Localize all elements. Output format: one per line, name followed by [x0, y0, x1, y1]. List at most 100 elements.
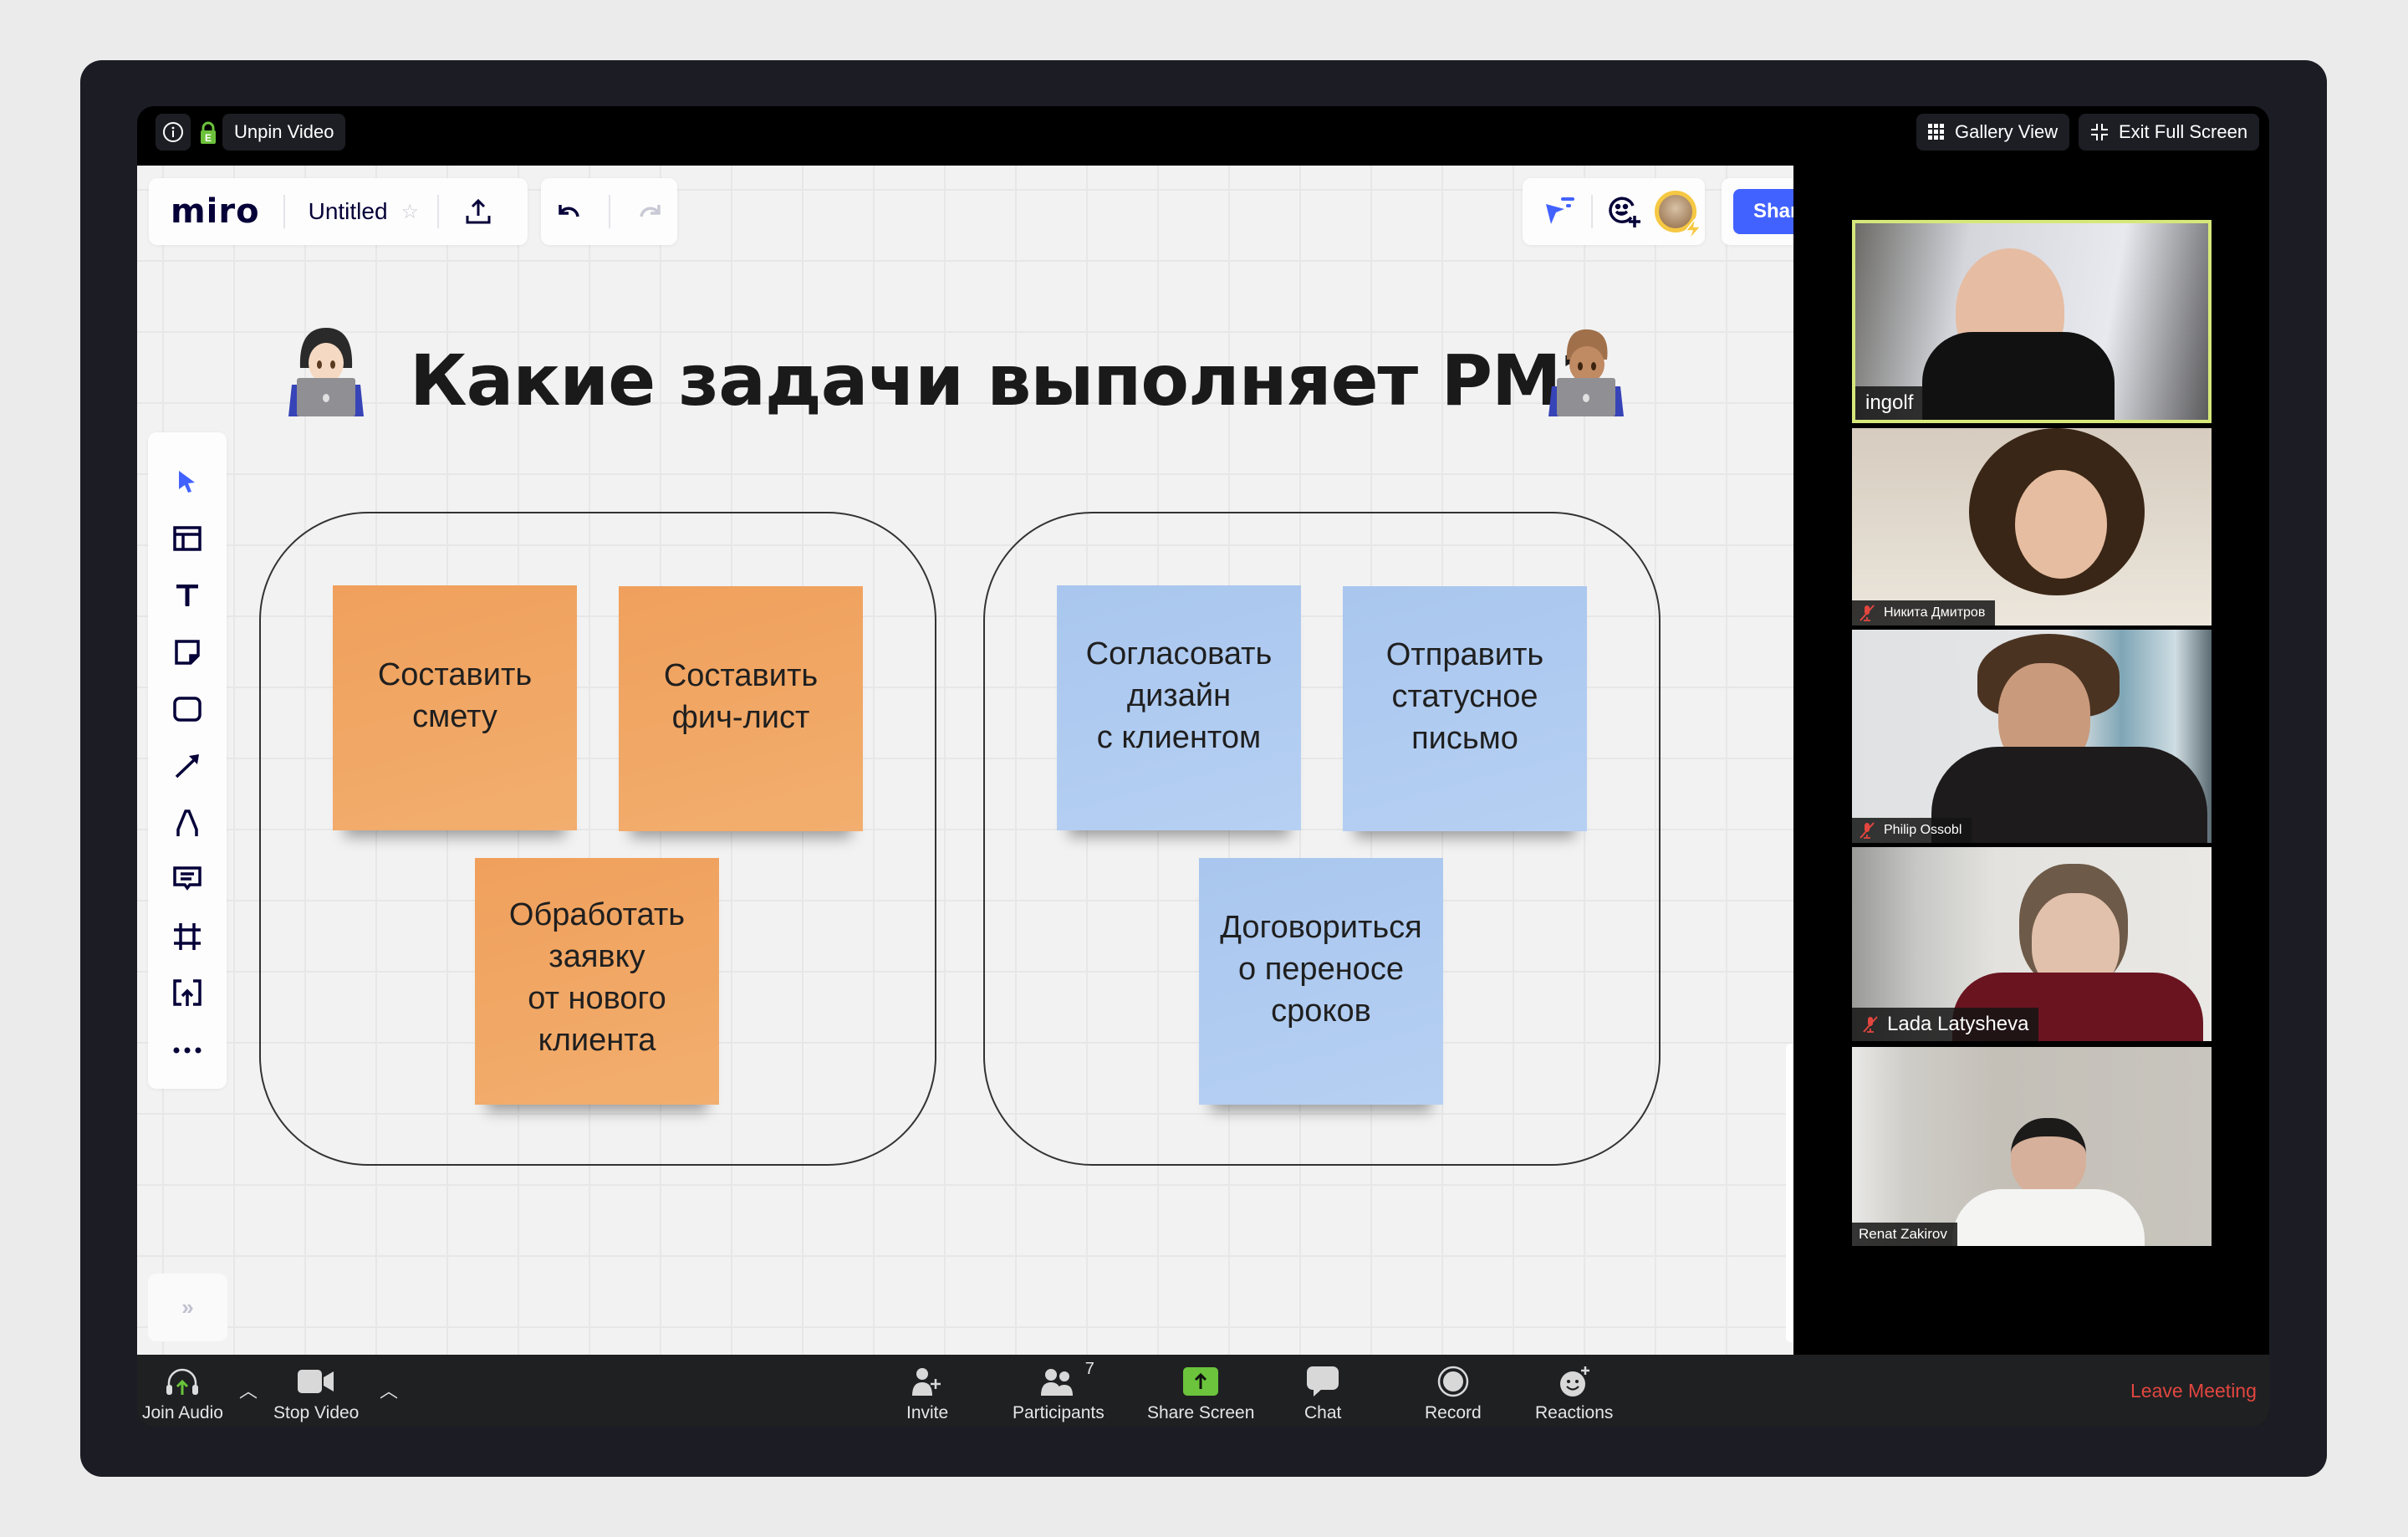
more-dots-icon: [173, 1047, 202, 1054]
mic-muted-icon: [1863, 1016, 1878, 1033]
share-screen-icon: [1183, 1367, 1219, 1396]
board-title[interactable]: Untitled: [309, 198, 388, 225]
arrow-line-icon: [175, 754, 199, 779]
chat-button[interactable]: Chat: [1304, 1366, 1341, 1423]
task-group-orange[interactable]: Составить смету Составить фич-лист Обраб…: [259, 512, 936, 1166]
audio-options-caret-icon[interactable]: ︿: [239, 1376, 258, 1403]
mic-muted-icon: [1860, 822, 1875, 839]
participant-count-badge: 7: [1084, 1360, 1094, 1378]
unpin-video-label: Unpin Video: [234, 121, 334, 142]
export-upload-icon[interactable]: [464, 197, 492, 226]
record-label: Record: [1425, 1403, 1482, 1422]
invite-person-icon: [912, 1368, 941, 1396]
sticky-note-icon: [175, 640, 200, 665]
tool-select[interactable]: [165, 459, 210, 504]
man-technologist-emoji: [1548, 329, 1624, 416]
participants-label: Participants: [1013, 1403, 1105, 1422]
comment-icon: [173, 866, 202, 891]
participant-name-label: Renat Zakirov: [1852, 1223, 1957, 1246]
follow-cursor-icon[interactable]: [1544, 196, 1576, 227]
divider: [608, 195, 610, 228]
user-avatar[interactable]: [1655, 191, 1702, 240]
mic-muted-icon: [1860, 605, 1875, 621]
divider: [283, 195, 285, 228]
sticky-note[interactable]: Согласовать дизайн с клиентом: [1057, 585, 1301, 830]
participant-video-face: [2015, 470, 2107, 579]
lightning-badge-icon: [1684, 218, 1702, 240]
svg-text:E: E: [205, 132, 212, 144]
video-tile[interactable]: Никита Дмитров: [1852, 428, 2212, 626]
stop-video-button[interactable]: Stop Video: [273, 1366, 359, 1423]
encryption-lock-icon[interactable]: E: [200, 121, 217, 144]
templates-icon: [173, 526, 202, 551]
video-camera-icon: [298, 1370, 334, 1393]
tool-text[interactable]: [165, 573, 210, 618]
sticky-note[interactable]: Договориться о переносе сроков: [1199, 858, 1443, 1105]
video-tile[interactable]: Renat Zakirov: [1852, 1047, 2212, 1246]
tool-arrow[interactable]: [165, 743, 210, 789]
sticky-note[interactable]: Составить смету: [333, 585, 577, 830]
share-button[interactable]: Share: [1733, 189, 1793, 234]
tool-sticky-note[interactable]: [165, 630, 210, 675]
sticky-note[interactable]: Составить фич-лист: [619, 586, 863, 831]
participant-name-label: ingolf: [1855, 386, 1924, 420]
participant-video-body: [1922, 332, 2115, 420]
video-tile[interactable]: ingolf: [1852, 220, 2212, 423]
gallery-grid-icon: [1928, 124, 1944, 140]
undo-icon[interactable]: [554, 200, 583, 223]
meeting-info-button[interactable]: [156, 114, 191, 151]
tool-shape[interactable]: [165, 687, 210, 732]
reaction-add-icon[interactable]: [1608, 194, 1643, 229]
shape-icon: [173, 697, 202, 722]
record-icon: [1437, 1366, 1469, 1397]
participant-name-label: Philip Ossobl: [1852, 818, 1972, 843]
tool-templates[interactable]: [165, 516, 210, 561]
share-screen-button[interactable]: Share Screen: [1147, 1366, 1254, 1423]
tool-comment[interactable]: [165, 857, 210, 902]
expand-panel-button[interactable]: »: [148, 1274, 227, 1341]
exit-full-screen-label: Exit Full Screen: [2119, 121, 2248, 142]
miro-board-header: miro Untitled ☆: [149, 178, 528, 245]
tool-pen[interactable]: [165, 800, 210, 845]
star-icon[interactable]: ☆: [401, 200, 420, 224]
zoom-meeting-window: E Unpin Video Gallery View Exit Full Scr…: [137, 106, 2269, 1427]
chat-label: Chat: [1304, 1403, 1342, 1422]
participants-button[interactable]: 7 Participants: [1013, 1360, 1105, 1423]
reactions-label: Reactions: [1535, 1403, 1614, 1422]
tool-upload[interactable]: [165, 971, 210, 1016]
info-icon: [163, 122, 183, 142]
board-heading[interactable]: Какие задачи выполняет PM?: [410, 340, 1601, 421]
side-panel-edge: [1786, 1044, 1793, 1342]
video-tile[interactable]: Philip Ossobl: [1852, 630, 2212, 843]
tool-frame[interactable]: [165, 914, 210, 959]
text-icon: [176, 585, 198, 606]
invite-button[interactable]: Invite: [906, 1366, 948, 1423]
miro-logo[interactable]: miro: [171, 192, 260, 231]
sticky-note[interactable]: Отправить статусное письмо: [1343, 586, 1587, 831]
divider: [437, 195, 440, 228]
invite-label: Invite: [906, 1403, 949, 1422]
video-options-caret-icon[interactable]: ︿: [380, 1376, 398, 1403]
tool-more[interactable]: [165, 1028, 210, 1073]
reactions-smiley-icon: [1559, 1366, 1589, 1397]
participants-icon: [1040, 1369, 1073, 1396]
task-group-blue[interactable]: Согласовать дизайн с клиентом Отправить …: [983, 512, 1661, 1166]
unpin-video-button[interactable]: Unpin Video: [222, 114, 346, 151]
collaboration-panel: [1523, 178, 1705, 245]
exit-full-screen-button[interactable]: Exit Full Screen: [2079, 114, 2260, 151]
reactions-button[interactable]: Reactions: [1535, 1366, 1613, 1423]
leave-meeting-button[interactable]: Leave Meeting: [2130, 1380, 2257, 1402]
shared-screen-miro-board[interactable]: miro Untitled ☆ Share: [137, 166, 1793, 1355]
headphones-icon: [166, 1368, 199, 1395]
gallery-view-button[interactable]: Gallery View: [1916, 114, 2070, 151]
gallery-view-label: Gallery View: [1955, 121, 2059, 142]
sticky-note[interactable]: Обработать заявку от нового клиента: [475, 858, 719, 1105]
divider: [1591, 195, 1593, 228]
double-chevron-right-icon: »: [181, 1294, 194, 1320]
frame-icon: [174, 923, 201, 950]
video-tile[interactable]: Lada Latysheva: [1852, 847, 2212, 1041]
record-button[interactable]: Record: [1425, 1366, 1482, 1423]
share-screen-label: Share Screen: [1147, 1403, 1255, 1422]
redo-icon[interactable]: [636, 200, 665, 223]
join-audio-button[interactable]: Join Audio: [142, 1366, 223, 1423]
